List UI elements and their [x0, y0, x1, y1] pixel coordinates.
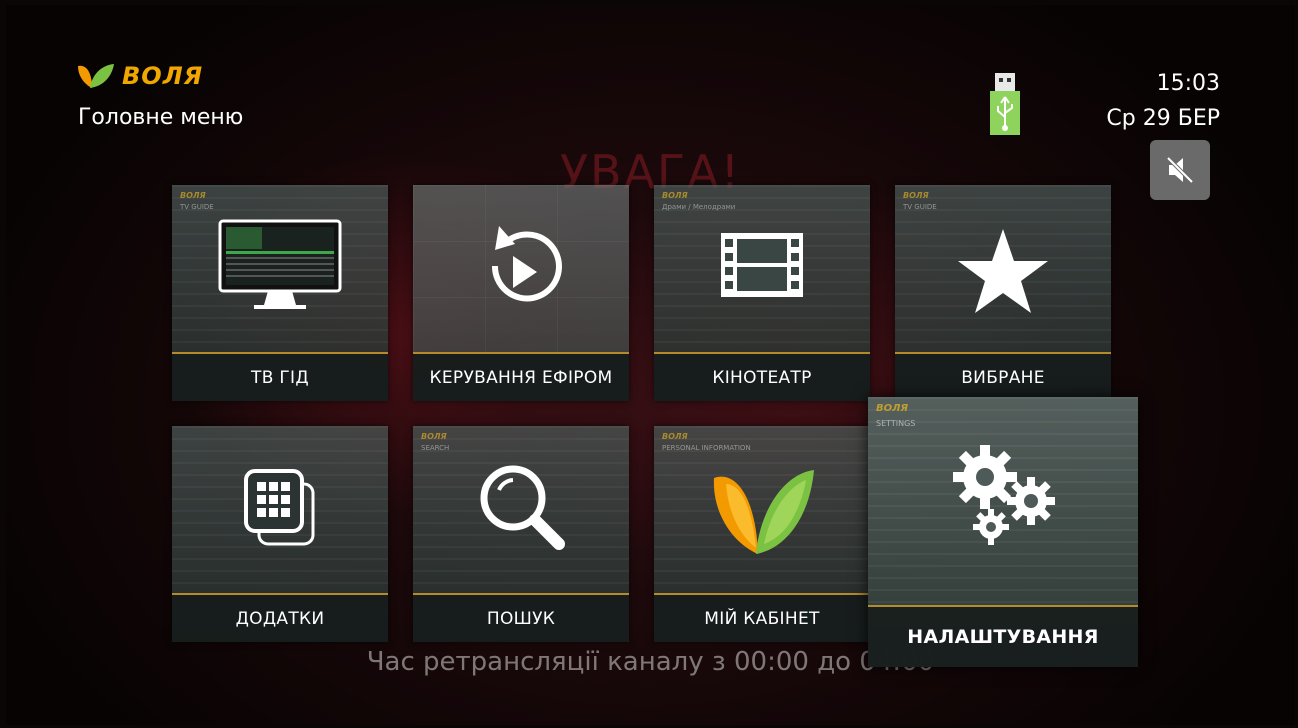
preview-logo: ВОЛЯ	[903, 191, 929, 200]
preview-logo: ВОЛЯ	[662, 432, 688, 441]
preview-logo: ВОЛЯ	[876, 403, 909, 414]
preview-caption: SEARCH	[421, 444, 450, 452]
tile-favourites[interactable]: ВОЛЯ TV GUIDE ВИБРАНЕ	[895, 185, 1111, 401]
tile-label: НАЛАШТУВАННЯ	[907, 626, 1099, 648]
film-strip-icon	[721, 233, 803, 301]
tile-label: ВИБРАНЕ	[961, 367, 1045, 388]
tile-label: МІЙ КАБІНЕТ	[704, 608, 820, 629]
tile-apps[interactable]: ДОДАТКИ	[172, 426, 388, 642]
preview-logo: ВОЛЯ	[180, 191, 206, 200]
tile-label: КЕРУВАННЯ ЕФІРОМ	[429, 367, 613, 388]
star-icon	[956, 227, 1050, 319]
search-icon	[475, 460, 567, 556]
tile-label-bar: МІЙ КАБІНЕТ	[654, 593, 870, 642]
tile-label: КІНОТЕАТР	[712, 367, 812, 388]
tv-monitor-icon	[218, 219, 342, 315]
mute-icon[interactable]	[1150, 140, 1210, 200]
preview-caption: TV GUIDE	[180, 203, 214, 211]
logo-text: ВОЛЯ	[122, 62, 204, 90]
usb-icon	[990, 73, 1020, 139]
tile-label-bar: ВИБРАНЕ	[895, 352, 1111, 401]
gears-icon	[945, 441, 1061, 553]
preview-caption: SETTINGS	[876, 419, 916, 428]
tile-label-bar: ПОШУК	[413, 593, 629, 642]
tile-broadcast-control[interactable]: КЕРУВАННЯ ЕФІРОМ	[413, 185, 629, 401]
tile-label-bar: ДОДАТКИ	[172, 593, 388, 642]
replay-icon	[479, 220, 563, 314]
tile-my-cabinet[interactable]: ВОЛЯ PERSONAL INFORMATION МІЙ КАБІНЕТ	[654, 426, 870, 642]
tile-label: ДОДАТКИ	[235, 608, 325, 629]
volia-logo: ВОЛЯ	[76, 62, 203, 90]
preview-logo: ВОЛЯ	[662, 191, 688, 200]
date: Ср 29 БЕР	[1106, 106, 1220, 131]
page-title: Головне меню	[78, 105, 244, 130]
clock: 15:03	[1156, 71, 1220, 96]
tile-label: ПОШУК	[486, 608, 556, 629]
tile-cinema[interactable]: ВОЛЯ Драми / Мелодрами КІНОТЕАТР	[654, 185, 870, 401]
preview-caption: PERSONAL INFORMATION	[662, 444, 751, 452]
preview-logo: ВОЛЯ	[421, 432, 447, 441]
tile-settings[interactable]: ВОЛЯ SETTINGS НАЛАШТУВАННЯ	[868, 397, 1138, 667]
tile-label: ТВ ГІД	[251, 367, 309, 388]
tile-search[interactable]: ВОЛЯ SEARCH ПОШУК	[413, 426, 629, 642]
apps-icon	[243, 468, 317, 552]
tv-screen: УВАГА! Час ретрансляції каналу з 00:00 д…	[6, 5, 1295, 725]
volia-leaf-icon	[78, 64, 114, 88]
tile-tv-guide[interactable]: ВОЛЯ TV GUIDE ТВ ГІД	[172, 185, 388, 401]
tile-label-bar: НАЛАШТУВАННЯ	[868, 605, 1138, 667]
preview-caption: Драми / Мелодрами	[662, 203, 736, 211]
tile-label-bar: КЕРУВАННЯ ЕФІРОМ	[413, 352, 629, 401]
preview-caption: TV GUIDE	[903, 203, 937, 211]
tile-label-bar: ТВ ГІД	[172, 352, 388, 401]
volia-logo-icon	[706, 464, 818, 560]
tile-label-bar: КІНОТЕАТР	[654, 352, 870, 401]
